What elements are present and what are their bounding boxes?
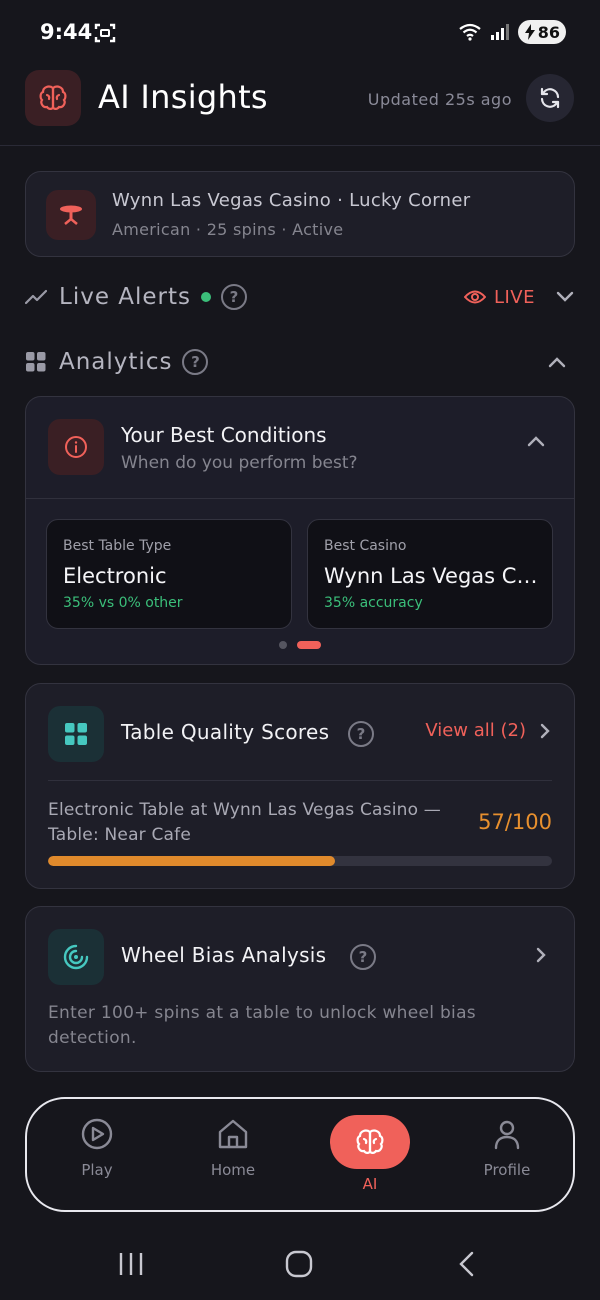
chevron-up-icon[interactable]	[526, 435, 546, 447]
analytics-title: Analytics	[59, 349, 173, 375]
stat-value: Electronic	[63, 564, 167, 588]
wheel-bias-title: Wheel Bias Analysis	[121, 943, 327, 967]
help-icon[interactable]: ?	[221, 284, 248, 310]
view-all-label: View all (2)	[425, 720, 526, 741]
table-quality-card: Table Quality Scores ? View all (2) Elec…	[25, 683, 575, 889]
stat-label: Best Table Type	[63, 538, 172, 554]
status-time: 9:44	[40, 20, 93, 44]
grid-icon	[48, 706, 104, 762]
target-icon	[48, 929, 104, 985]
nav-label: Home	[210, 1161, 256, 1179]
view-all-link[interactable]: View all (2)	[425, 720, 550, 741]
session-title: Wynn Las Vegas Casino · Lucky Corner	[112, 190, 471, 211]
best-conditions-subtitle: When do you perform best?	[121, 453, 358, 473]
help-icon[interactable]: ?	[182, 349, 209, 375]
carousel-dot-active[interactable]	[297, 641, 321, 649]
wheel-bias-card[interactable]: Wheel Bias Analysis ? Enter 100+ spins a…	[25, 906, 575, 1072]
quality-progress-bar	[48, 856, 552, 866]
charging-icon	[524, 24, 535, 40]
eye-icon	[463, 290, 486, 304]
best-conditions-title: Your Best Conditions	[121, 423, 327, 447]
wheel-bias-description: Enter 100+ spins at a table to unlock wh…	[48, 1003, 476, 1048]
stat-note: 35% vs 0% other	[63, 595, 183, 611]
home-button-icon[interactable]	[285, 1250, 313, 1278]
roulette-table-icon	[46, 190, 96, 240]
session-subtitle: American · 25 spins · Active	[112, 220, 344, 239]
nav-label: Play	[81, 1161, 113, 1179]
info-icon	[48, 419, 104, 475]
help-icon[interactable]: ?	[348, 721, 374, 747]
carousel-dot[interactable]	[279, 641, 287, 649]
quality-score: 57/100	[478, 810, 552, 834]
brain-icon	[356, 1129, 384, 1154]
nav-active-pill	[330, 1115, 410, 1169]
chevron-down-icon	[556, 291, 574, 302]
brain-icon	[25, 70, 81, 126]
status-icons: 86	[458, 20, 566, 44]
stat-note: 35% accuracy	[324, 595, 423, 611]
analytics-header[interactable]: Analytics ?	[25, 342, 575, 382]
live-alerts-title: Live Alerts	[59, 284, 192, 310]
signal-icon	[490, 24, 509, 40]
battery-level: 86	[537, 22, 560, 42]
system-navigation-bar	[0, 1232, 600, 1300]
divider	[48, 780, 552, 781]
chevron-up-icon[interactable]	[547, 356, 567, 368]
nav-ai[interactable]: AI	[315, 1115, 425, 1197]
live-toggle[interactable]: LIVE	[463, 286, 575, 308]
refresh-icon	[540, 87, 560, 109]
wifi-icon	[459, 23, 481, 41]
home-icon	[218, 1119, 248, 1149]
nav-label: AI	[362, 1175, 378, 1193]
screenshot-icon	[94, 23, 116, 43]
chevron-right-icon	[536, 947, 546, 963]
refresh-button[interactable]	[526, 74, 574, 122]
best-conditions-header[interactable]: Your Best Conditions When do you perform…	[26, 397, 574, 499]
app-header: AI Insights Updated 25s ago	[0, 64, 600, 146]
page-title: AI Insights	[98, 78, 268, 116]
quality-progress-fill	[48, 856, 336, 866]
trend-icon	[25, 289, 47, 305]
recent-apps-icon[interactable]	[118, 1250, 144, 1278]
user-icon	[494, 1120, 520, 1150]
stat-value: Wynn Las Vegas Casino	[324, 564, 544, 588]
best-conditions-card: Your Best Conditions When do you perform…	[25, 396, 575, 665]
table-quality-title: Table Quality Scores	[121, 720, 330, 744]
active-session-card[interactable]: Wynn Las Vegas Casino · Lucky Corner Ame…	[25, 171, 575, 257]
grid-icon	[26, 352, 46, 372]
back-icon[interactable]	[456, 1250, 476, 1278]
chevron-right-icon	[540, 723, 550, 738]
nav-label: Profile	[483, 1161, 531, 1179]
updated-timestamp: Updated 25s ago	[367, 90, 512, 109]
carousel-indicator	[26, 641, 574, 649]
stat-tile-casino[interactable]: Best Casino Wynn Las Vegas Casino 35% ac…	[307, 519, 553, 629]
live-status-dot	[201, 292, 212, 302]
battery-indicator: 86	[517, 20, 566, 44]
nav-play[interactable]: Play	[42, 1117, 152, 1197]
help-icon[interactable]: ?	[350, 944, 376, 970]
live-label: LIVE	[493, 286, 535, 308]
nav-home[interactable]: Home	[178, 1117, 288, 1197]
status-bar: 9:44 86	[0, 0, 600, 64]
stat-tile-table-type[interactable]: Best Table Type Electronic 35% vs 0% oth…	[46, 519, 292, 629]
play-circle-icon	[81, 1118, 113, 1150]
live-alerts-header[interactable]: Live Alerts ? LIVE	[25, 277, 575, 317]
nav-profile[interactable]: Profile	[452, 1117, 562, 1197]
bottom-navigation: Play Home AI Profile	[25, 1097, 575, 1212]
table-name[interactable]: Electronic Table at Wynn Las Vegas Casin…	[48, 798, 468, 848]
stat-label: Best Casino	[324, 538, 407, 554]
